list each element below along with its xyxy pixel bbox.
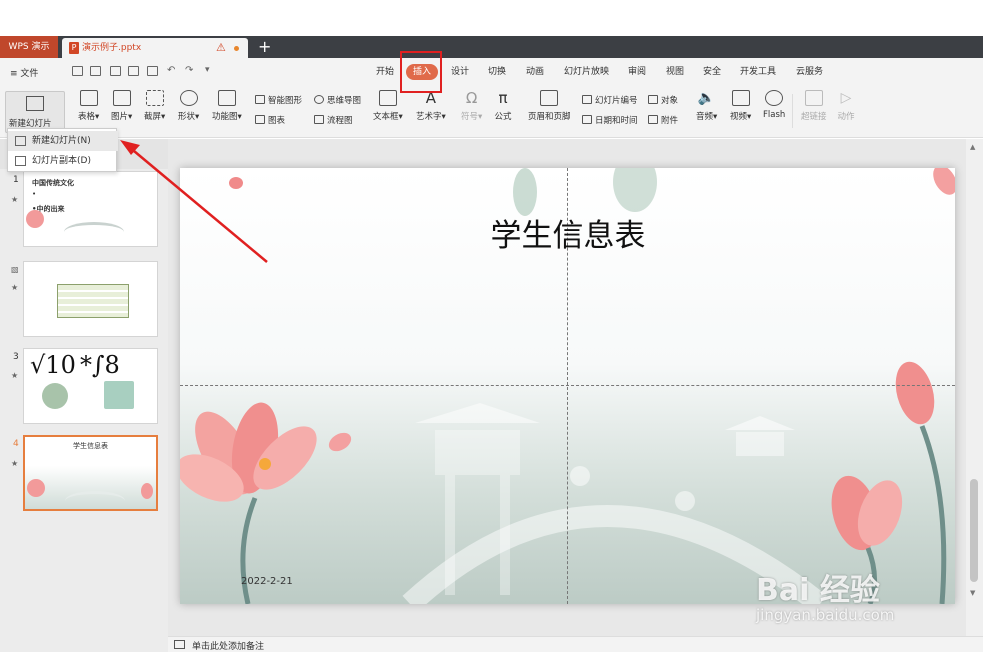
annotation-arrow	[120, 140, 268, 263]
